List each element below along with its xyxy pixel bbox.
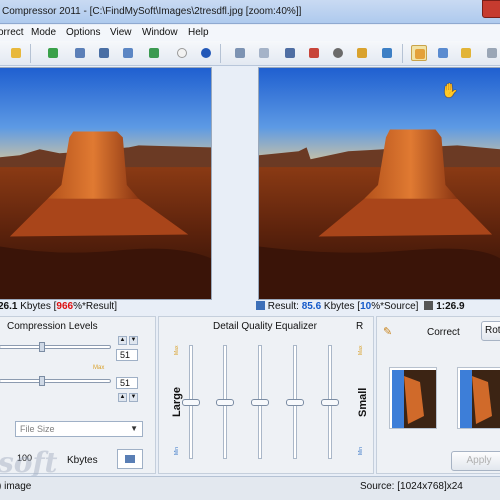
rotate-button[interactable]: Rota: [481, 321, 500, 341]
correct-panel: ✎ Correct Rota Apply: [376, 316, 500, 474]
source-percent: 966: [56, 301, 74, 312]
calculator-icon: [125, 455, 135, 463]
menu-bar: orrect Mode Options View Window Help: [0, 25, 500, 41]
equalizer-thumb-3[interactable]: [251, 399, 269, 406]
thumbnail-rotated-image: [460, 370, 500, 428]
max-label: Max: [93, 365, 105, 371]
equalizer-r-label: R: [356, 321, 364, 332]
split-view-icon[interactable]: [232, 45, 248, 61]
small-label: Small: [357, 387, 369, 417]
window-title: Compressor 2011 - [C:\FindMySoft\Images\…: [2, 6, 302, 17]
compression-levels-title: Compression Levels: [7, 321, 98, 332]
info-icon[interactable]: [198, 45, 214, 61]
equalizer-title: Detail Quality Equalizer: [213, 321, 317, 332]
compression-slider-1[interactable]: [0, 345, 111, 349]
wrench-icon: ✎: [383, 326, 393, 338]
result-label: Result:: [265, 301, 302, 312]
status-left: ) image: [0, 481, 32, 492]
result-image-pane[interactable]: ✋: [258, 67, 500, 300]
spin-down-2[interactable]: ▼: [129, 393, 138, 402]
toolbar: [0, 41, 500, 66]
result-unit: Kbytes: [321, 301, 355, 312]
result-status: Result: 85.6 Kbytes [10%*Source] 1:26.9: [256, 301, 465, 315]
edit-icon[interactable]: [354, 45, 370, 61]
hand-icon[interactable]: [411, 45, 427, 61]
thumbnail-original-image: [392, 370, 436, 428]
equalizer-thumb-4[interactable]: [286, 399, 304, 406]
close-window-button[interactable]: [482, 0, 500, 18]
equalizer-thumb-2[interactable]: [216, 399, 234, 406]
eq-max-label-right: Max: [358, 345, 364, 355]
toolbar-separator: [402, 44, 403, 63]
result-percent-suffix: %*Source]: [371, 301, 419, 312]
compression-value-1[interactable]: 51: [116, 349, 138, 361]
source-size-unit: Kbytes: [17, 301, 51, 312]
status-source: Source: [1024x768]x24: [360, 481, 463, 492]
menu-correct[interactable]: orrect: [0, 27, 24, 38]
size-mode-value: File Size: [20, 424, 55, 434]
equalizer-thumb-5[interactable]: [321, 399, 339, 406]
tips-icon[interactable]: [174, 45, 190, 61]
result-percent: 10: [360, 301, 372, 312]
status-bar: ) image Source: [1024x768]x24: [0, 476, 500, 500]
open-icon[interactable]: [8, 45, 24, 61]
source-percent-suffix: %*Result]: [73, 301, 117, 312]
menu-options[interactable]: Options: [66, 27, 100, 38]
detail-equalizer-panel: Detail Quality Equalizer R Large Small M…: [158, 316, 374, 474]
pane-divider: [213, 67, 258, 300]
magic-icon[interactable]: [458, 45, 474, 61]
compression-ratio: 1:26.9: [433, 301, 465, 312]
source-size-value: 26.1: [0, 301, 18, 312]
equalizer-thumb-1[interactable]: [182, 399, 200, 406]
preview-icon[interactable]: [330, 45, 346, 61]
compression-slider-1-thumb[interactable]: [39, 342, 45, 352]
source-status: 26.1 Kbytes [966%*Result]: [0, 301, 117, 315]
spin-up-1[interactable]: ▲: [118, 336, 127, 345]
compression-slider-2-thumb[interactable]: [39, 376, 45, 386]
correct-title: Correct: [427, 327, 460, 338]
settings-icon[interactable]: [72, 45, 88, 61]
target-size-unit: Kbytes: [67, 455, 98, 466]
eq-min-label-left: Min: [174, 446, 180, 455]
calculator-button[interactable]: [117, 449, 143, 469]
thumbnail-rotated[interactable]: [457, 367, 500, 429]
toolbar-separator: [220, 44, 221, 63]
single-view-icon[interactable]: [256, 45, 272, 61]
thumbnail-original[interactable]: [389, 367, 437, 429]
watermark: soft: [0, 446, 58, 479]
crop-icon[interactable]: [282, 45, 298, 61]
batch-icon[interactable]: [96, 45, 112, 61]
rotate-icon[interactable]: [379, 45, 395, 61]
eq-max-label-left: Max: [174, 345, 180, 355]
apply-button[interactable]: Apply: [451, 451, 500, 471]
compression-slider-2[interactable]: [0, 379, 111, 383]
menu-view[interactable]: View: [110, 27, 132, 38]
spin-down-1[interactable]: ▼: [129, 336, 138, 345]
title-bar: Compressor 2011 - [C:\FindMySoft\Images\…: [0, 0, 500, 24]
compress-icon[interactable]: [120, 45, 136, 61]
result-image: [259, 68, 500, 299]
zoom-icon[interactable]: [435, 45, 451, 61]
source-image-pane[interactable]: [0, 67, 212, 300]
chevron-down-icon: ▼: [130, 424, 138, 433]
eq-min-label-right: Min: [358, 446, 364, 455]
grid-icon[interactable]: [484, 45, 500, 61]
toolbar-separator: [30, 44, 31, 63]
source-image: [0, 68, 211, 299]
hand-cursor-icon: ✋: [441, 82, 459, 98]
export-icon[interactable]: [146, 45, 162, 61]
spin-up-2[interactable]: ▲: [118, 393, 127, 402]
result-icon: [256, 301, 265, 310]
color-icon[interactable]: [306, 45, 322, 61]
menu-window[interactable]: Window: [142, 27, 178, 38]
menu-help[interactable]: Help: [188, 27, 209, 38]
result-value: 85.6: [301, 301, 322, 312]
menu-mode[interactable]: Mode: [31, 27, 56, 38]
compression-value-2[interactable]: 51: [116, 377, 138, 389]
size-mode-select[interactable]: File Size ▼: [15, 421, 143, 437]
save-icon[interactable]: [45, 45, 61, 61]
